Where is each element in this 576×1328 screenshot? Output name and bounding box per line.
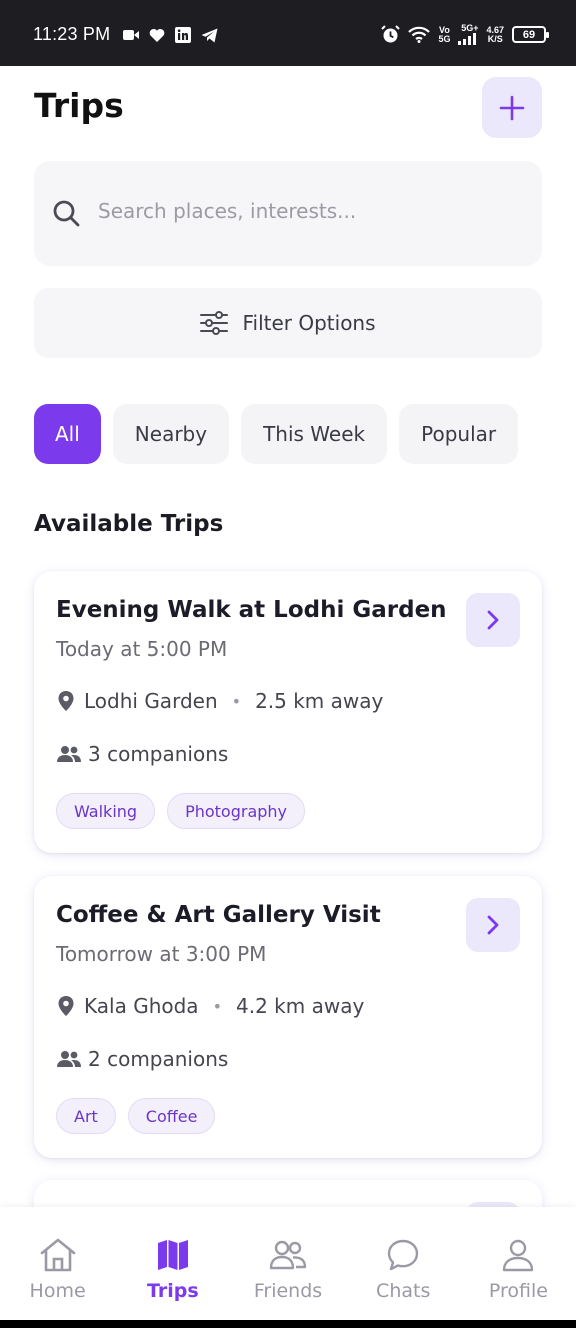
nav-friends[interactable]: Friends — [230, 1207, 345, 1320]
map-icon — [157, 1240, 188, 1270]
open-trip-button[interactable] — [466, 898, 520, 952]
tag: Art — [56, 1098, 116, 1134]
trip-companions: 2 companions — [56, 1047, 228, 1071]
chevron-right-icon — [487, 915, 499, 935]
nav-trips[interactable]: Trips — [115, 1207, 230, 1320]
section-title: Available Trips — [34, 511, 224, 537]
nav-profile-label: Profile — [488, 1280, 548, 1302]
heart-icon — [149, 28, 165, 42]
trip-time: Today at 5:00 PM — [56, 637, 228, 661]
trip-location: Kala Ghoda • 4.2 km away — [56, 994, 364, 1018]
chip-all[interactable]: All — [34, 404, 101, 464]
separator-dot: • — [212, 996, 222, 1016]
net-speed-unit: K/S — [487, 33, 503, 44]
chip-this-week[interactable]: This Week — [241, 404, 388, 464]
alarm-icon — [381, 25, 401, 43]
location-pin-icon — [58, 996, 74, 1016]
chip-popular[interactable]: Popular — [399, 404, 519, 464]
plus-icon — [499, 95, 525, 120]
search-icon — [53, 200, 80, 227]
linkedin-icon — [175, 27, 191, 43]
tag: Walking — [56, 793, 156, 829]
sliders-icon — [200, 311, 229, 335]
category-chips: All Nearby This Week Popular — [34, 404, 542, 466]
filter-options-label: Filter Options — [242, 311, 376, 335]
system-gesture-bar — [0, 1320, 576, 1328]
trip-card[interactable]: Coffee & Art Gallery Visit Tomorrow at 3… — [34, 876, 542, 1158]
battery-icon: 69 — [512, 26, 549, 43]
net-type: 5G+ — [461, 23, 479, 33]
people-icon — [57, 746, 81, 762]
search-input[interactable] — [98, 191, 518, 231]
trip-companions: 3 companions — [56, 742, 228, 766]
open-trip-button[interactable] — [466, 593, 520, 647]
nav-home[interactable]: Home — [0, 1207, 115, 1320]
nav-profile[interactable]: Profile — [461, 1207, 576, 1320]
people-icon — [57, 1051, 81, 1067]
trip-title: Evening Walk at Lodhi Garden — [56, 597, 447, 623]
trip-companions-count: 2 companions — [88, 1047, 229, 1071]
nav-friends-label: Friends — [253, 1280, 323, 1302]
trip-title: Coffee & Art Gallery Visit — [56, 902, 381, 928]
tag: Photography — [167, 793, 306, 829]
add-trip-button[interactable] — [482, 77, 542, 138]
nav-trips-label: Trips — [146, 1280, 199, 1302]
volte-bottom: 5G — [438, 33, 451, 44]
status-bar: 11:23 PM Vo 5G 5G+ 4.67 K/S 69 — [0, 0, 576, 66]
trip-distance: 4.2 km away — [236, 994, 365, 1018]
nav-chats-label: Chats — [376, 1280, 431, 1302]
wifi-icon — [408, 26, 431, 43]
tag: Coffee — [127, 1098, 216, 1134]
trip-companions-count: 3 companions — [88, 742, 229, 766]
video-icon — [123, 30, 139, 40]
volte-icon: Vo 5G — [438, 25, 451, 44]
separator-dot: • — [231, 691, 242, 711]
notification-icons — [123, 27, 218, 43]
status-time: 11:23 PM — [33, 24, 111, 44]
bottom-nav: Home Trips Friends Chats Profile — [0, 1207, 576, 1320]
trip-distance: 2.5 km away — [255, 689, 384, 713]
trip-tags: Art Coffee — [56, 1098, 216, 1134]
battery-level: 69 — [522, 28, 536, 41]
chevron-right-icon — [487, 610, 499, 630]
filter-options-button[interactable]: Filter Options — [34, 288, 542, 358]
signal-icon: 5G+ — [458, 24, 478, 45]
home-icon — [40, 1238, 75, 1272]
nav-chats[interactable]: Chats — [346, 1207, 461, 1320]
chip-nearby[interactable]: Nearby — [112, 404, 230, 464]
trip-location: Lodhi Garden • 2.5 km away — [56, 689, 383, 713]
trip-location-name: Kala Ghoda — [84, 994, 199, 1018]
trip-card[interactable]: Evening Walk at Lodhi Garden Today at 5:… — [34, 571, 542, 853]
friends-icon — [269, 1240, 307, 1270]
profile-icon — [503, 1239, 534, 1272]
trip-time: Tomorrow at 3:00 PM — [56, 942, 267, 966]
trip-location-name: Lodhi Garden — [84, 689, 218, 713]
trip-tags: Walking Photography — [56, 793, 306, 829]
chat-icon — [388, 1239, 419, 1271]
net-speed: 4.67 K/S — [486, 25, 504, 44]
page-title: Trips — [34, 86, 124, 125]
system-icons: Vo 5G 5G+ 4.67 K/S 69 — [381, 24, 549, 45]
search-box[interactable] — [34, 161, 542, 266]
telegram-icon — [201, 28, 218, 42]
location-pin-icon — [58, 691, 74, 711]
nav-home-label: Home — [29, 1280, 86, 1302]
